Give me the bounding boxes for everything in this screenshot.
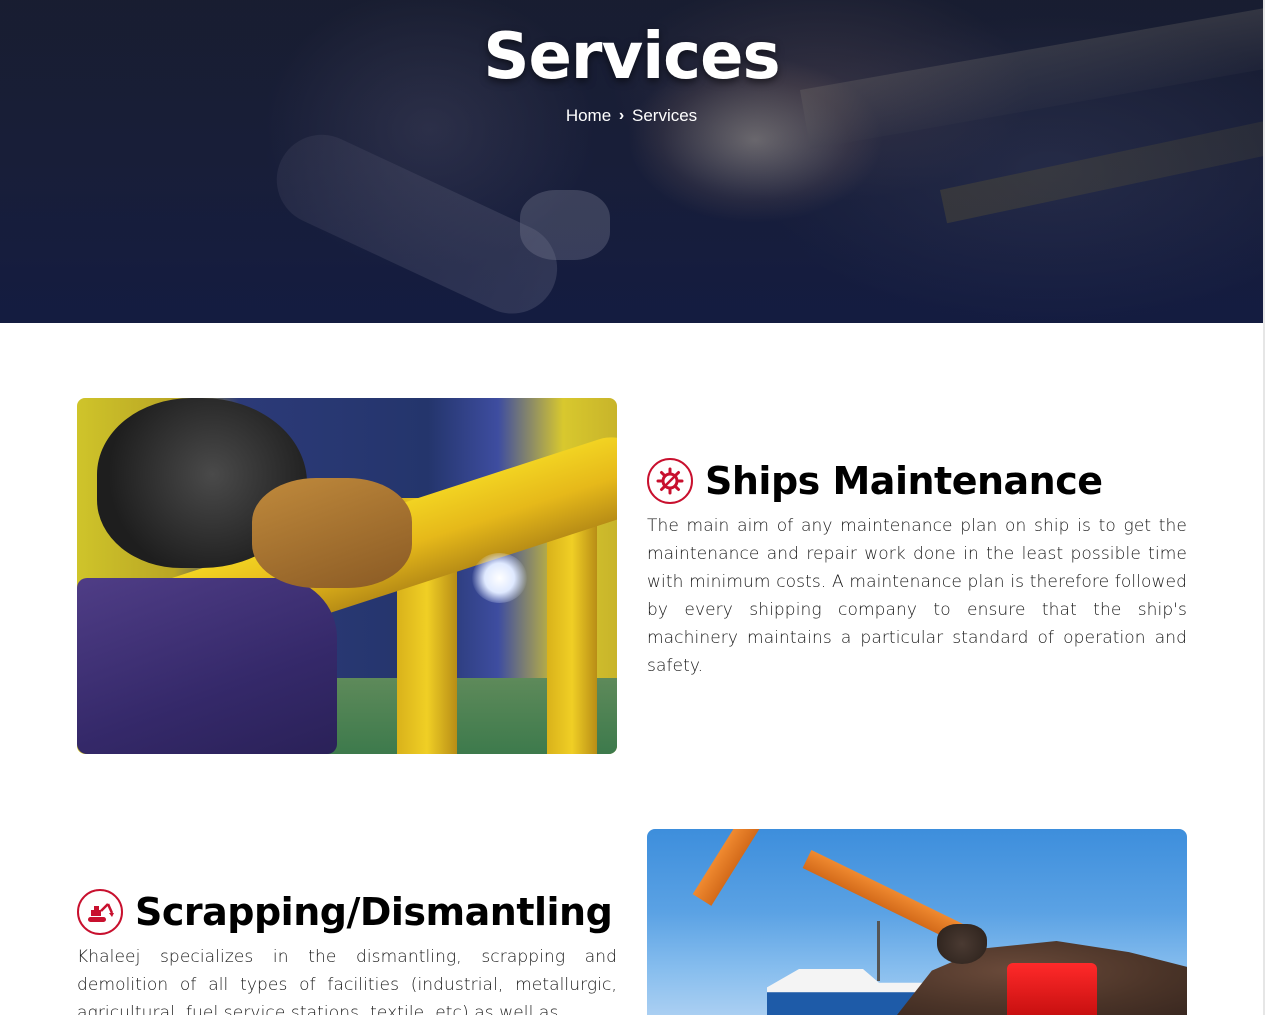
- excavator-icon: [77, 889, 123, 935]
- breadcrumb-current: Services: [631, 105, 698, 125]
- service-heading: Scrapping/Dismantling: [77, 889, 613, 935]
- photo-truck: [1007, 963, 1097, 1015]
- breadcrumb: Home › Services: [0, 105, 1263, 126]
- photo-weld-spark: [472, 553, 527, 603]
- service-description: Khaleej specializes in the dismantling, …: [77, 947, 617, 1015]
- breadcrumb-home-link[interactable]: Home: [566, 106, 611, 126]
- photo-crane-boom: [692, 829, 802, 906]
- chevron-right-icon: ›: [618, 106, 625, 124]
- page-title: Services: [483, 20, 780, 94]
- photo-crane-grab: [937, 924, 987, 964]
- scrap-yard-photo: [647, 829, 1187, 1015]
- service-title: Ships Maintenance: [705, 459, 1103, 503]
- welding-photo: [77, 398, 617, 754]
- hero-banner: Services Home › Services: [0, 0, 1263, 323]
- service-description: The main aim of any maintenance plan on …: [647, 516, 1187, 676]
- photo-welder-arm: [77, 578, 337, 754]
- service-title: Scrapping/Dismantling: [135, 890, 613, 934]
- wrench-gear-icon: [647, 458, 693, 504]
- photo-ship-mast: [877, 921, 880, 981]
- photo-welder-glove: [252, 478, 412, 588]
- service-heading: Ships Maintenance: [647, 458, 1103, 504]
- photo-crane-arm: [802, 850, 965, 943]
